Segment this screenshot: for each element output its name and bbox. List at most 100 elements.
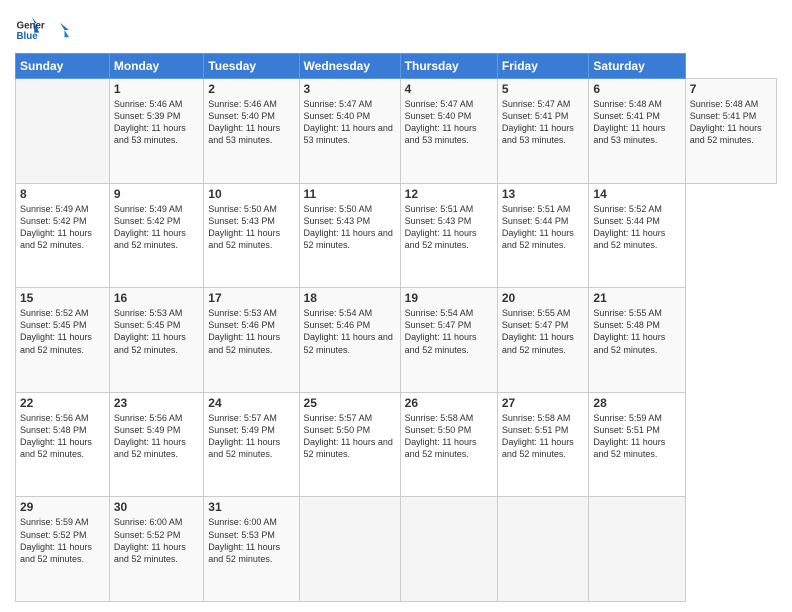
calendar-cell [299, 497, 400, 602]
calendar-cell: 9 Sunrise: 5:49 AM Sunset: 5:42 PM Dayli… [109, 183, 203, 288]
day-number: 12 [405, 187, 493, 201]
column-header-friday: Friday [497, 54, 589, 79]
day-content: Sunrise: 5:47 AM Sunset: 5:40 PM Dayligh… [405, 98, 493, 147]
day-content: Sunrise: 5:48 AM Sunset: 5:41 PM Dayligh… [593, 98, 680, 147]
day-content: Sunrise: 5:59 AM Sunset: 5:51 PM Dayligh… [593, 412, 680, 461]
svg-text:General: General [17, 21, 46, 32]
calendar-cell: 6 Sunrise: 5:48 AM Sunset: 5:41 PM Dayli… [589, 79, 685, 184]
calendar-cell: 5 Sunrise: 5:47 AM Sunset: 5:41 PM Dayli… [497, 79, 589, 184]
day-number: 17 [208, 291, 294, 305]
calendar-cell [497, 497, 589, 602]
day-number: 30 [114, 500, 199, 514]
column-header-saturday: Saturday [589, 54, 685, 79]
day-number: 9 [114, 187, 199, 201]
column-header-monday: Monday [109, 54, 203, 79]
column-header-tuesday: Tuesday [204, 54, 299, 79]
day-content: Sunrise: 5:49 AM Sunset: 5:42 PM Dayligh… [20, 203, 105, 252]
day-content: Sunrise: 5:58 AM Sunset: 5:51 PM Dayligh… [502, 412, 585, 461]
day-content: Sunrise: 5:59 AM Sunset: 5:52 PM Dayligh… [20, 516, 105, 565]
calendar-cell: 31 Sunrise: 6:00 AM Sunset: 5:53 PM Dayl… [204, 497, 299, 602]
day-number: 10 [208, 187, 294, 201]
day-number: 31 [208, 500, 294, 514]
day-number: 14 [593, 187, 680, 201]
day-number: 24 [208, 396, 294, 410]
day-content: Sunrise: 5:53 AM Sunset: 5:45 PM Dayligh… [114, 307, 199, 356]
calendar-cell [16, 79, 110, 184]
day-number: 21 [593, 291, 680, 305]
calendar-cell: 11 Sunrise: 5:50 AM Sunset: 5:43 PM Dayl… [299, 183, 400, 288]
day-content: Sunrise: 5:55 AM Sunset: 5:48 PM Dayligh… [593, 307, 680, 356]
day-number: 5 [502, 82, 585, 96]
svg-text:Blue: Blue [17, 31, 39, 42]
day-number: 1 [114, 82, 199, 96]
day-number: 8 [20, 187, 105, 201]
logo-icon: General Blue [15, 15, 45, 45]
day-content: Sunrise: 5:55 AM Sunset: 5:47 PM Dayligh… [502, 307, 585, 356]
calendar-cell: 25 Sunrise: 5:57 AM Sunset: 5:50 PM Dayl… [299, 392, 400, 497]
logo-bird-icon [51, 21, 69, 39]
calendar-cell: 24 Sunrise: 5:57 AM Sunset: 5:49 PM Dayl… [204, 392, 299, 497]
header: General Blue [15, 15, 777, 45]
day-number: 20 [502, 291, 585, 305]
day-number: 19 [405, 291, 493, 305]
day-content: Sunrise: 5:49 AM Sunset: 5:42 PM Dayligh… [114, 203, 199, 252]
day-number: 4 [405, 82, 493, 96]
day-content: Sunrise: 5:57 AM Sunset: 5:49 PM Dayligh… [208, 412, 294, 461]
day-number: 15 [20, 291, 105, 305]
calendar-cell: 20 Sunrise: 5:55 AM Sunset: 5:47 PM Dayl… [497, 288, 589, 393]
calendar-body: 1 Sunrise: 5:46 AM Sunset: 5:39 PM Dayli… [16, 79, 777, 602]
day-number: 2 [208, 82, 294, 96]
day-content: Sunrise: 5:58 AM Sunset: 5:50 PM Dayligh… [405, 412, 493, 461]
calendar-cell: 12 Sunrise: 5:51 AM Sunset: 5:43 PM Dayl… [400, 183, 497, 288]
week-row-3: 15 Sunrise: 5:52 AM Sunset: 5:45 PM Dayl… [16, 288, 777, 393]
day-number: 16 [114, 291, 199, 305]
day-content: Sunrise: 5:51 AM Sunset: 5:43 PM Dayligh… [405, 203, 493, 252]
calendar-cell: 27 Sunrise: 5:58 AM Sunset: 5:51 PM Dayl… [497, 392, 589, 497]
calendar-cell: 28 Sunrise: 5:59 AM Sunset: 5:51 PM Dayl… [589, 392, 685, 497]
day-number: 6 [593, 82, 680, 96]
column-header-wednesday: Wednesday [299, 54, 400, 79]
day-content: Sunrise: 5:47 AM Sunset: 5:40 PM Dayligh… [304, 98, 396, 147]
day-number: 7 [690, 82, 772, 96]
column-header-thursday: Thursday [400, 54, 497, 79]
week-row-2: 8 Sunrise: 5:49 AM Sunset: 5:42 PM Dayli… [16, 183, 777, 288]
day-content: Sunrise: 5:46 AM Sunset: 5:40 PM Dayligh… [208, 98, 294, 147]
column-header-sunday: Sunday [16, 54, 110, 79]
calendar-table: SundayMondayTuesdayWednesdayThursdayFrid… [15, 53, 777, 602]
week-row-4: 22 Sunrise: 5:56 AM Sunset: 5:48 PM Dayl… [16, 392, 777, 497]
day-number: 18 [304, 291, 396, 305]
day-content: Sunrise: 5:50 AM Sunset: 5:43 PM Dayligh… [208, 203, 294, 252]
day-content: Sunrise: 5:52 AM Sunset: 5:44 PM Dayligh… [593, 203, 680, 252]
day-content: Sunrise: 5:56 AM Sunset: 5:48 PM Dayligh… [20, 412, 105, 461]
calendar-header-row: SundayMondayTuesdayWednesdayThursdayFrid… [16, 54, 777, 79]
day-content: Sunrise: 5:53 AM Sunset: 5:46 PM Dayligh… [208, 307, 294, 356]
calendar-cell: 13 Sunrise: 5:51 AM Sunset: 5:44 PM Dayl… [497, 183, 589, 288]
calendar-cell [400, 497, 497, 602]
week-row-5: 29 Sunrise: 5:59 AM Sunset: 5:52 PM Dayl… [16, 497, 777, 602]
calendar-cell: 17 Sunrise: 5:53 AM Sunset: 5:46 PM Dayl… [204, 288, 299, 393]
day-content: Sunrise: 5:47 AM Sunset: 5:41 PM Dayligh… [502, 98, 585, 147]
day-content: Sunrise: 6:00 AM Sunset: 5:52 PM Dayligh… [114, 516, 199, 565]
day-number: 22 [20, 396, 105, 410]
calendar-cell: 4 Sunrise: 5:47 AM Sunset: 5:40 PM Dayli… [400, 79, 497, 184]
day-number: 27 [502, 396, 585, 410]
week-row-1: 1 Sunrise: 5:46 AM Sunset: 5:39 PM Dayli… [16, 79, 777, 184]
day-number: 25 [304, 396, 396, 410]
day-number: 23 [114, 396, 199, 410]
day-content: Sunrise: 5:54 AM Sunset: 5:47 PM Dayligh… [405, 307, 493, 356]
day-content: Sunrise: 6:00 AM Sunset: 5:53 PM Dayligh… [208, 516, 294, 565]
day-number: 13 [502, 187, 585, 201]
day-content: Sunrise: 5:54 AM Sunset: 5:46 PM Dayligh… [304, 307, 396, 356]
calendar-cell: 19 Sunrise: 5:54 AM Sunset: 5:47 PM Dayl… [400, 288, 497, 393]
calendar-cell: 26 Sunrise: 5:58 AM Sunset: 5:50 PM Dayl… [400, 392, 497, 497]
calendar-cell: 23 Sunrise: 5:56 AM Sunset: 5:49 PM Dayl… [109, 392, 203, 497]
calendar-cell: 18 Sunrise: 5:54 AM Sunset: 5:46 PM Dayl… [299, 288, 400, 393]
calendar-cell: 22 Sunrise: 5:56 AM Sunset: 5:48 PM Dayl… [16, 392, 110, 497]
day-number: 11 [304, 187, 396, 201]
day-content: Sunrise: 5:48 AM Sunset: 5:41 PM Dayligh… [690, 98, 772, 147]
calendar-cell: 29 Sunrise: 5:59 AM Sunset: 5:52 PM Dayl… [16, 497, 110, 602]
day-content: Sunrise: 5:46 AM Sunset: 5:39 PM Dayligh… [114, 98, 199, 147]
calendar-cell: 7 Sunrise: 5:48 AM Sunset: 5:41 PM Dayli… [685, 79, 776, 184]
calendar-cell: 16 Sunrise: 5:53 AM Sunset: 5:45 PM Dayl… [109, 288, 203, 393]
calendar-cell: 30 Sunrise: 6:00 AM Sunset: 5:52 PM Dayl… [109, 497, 203, 602]
